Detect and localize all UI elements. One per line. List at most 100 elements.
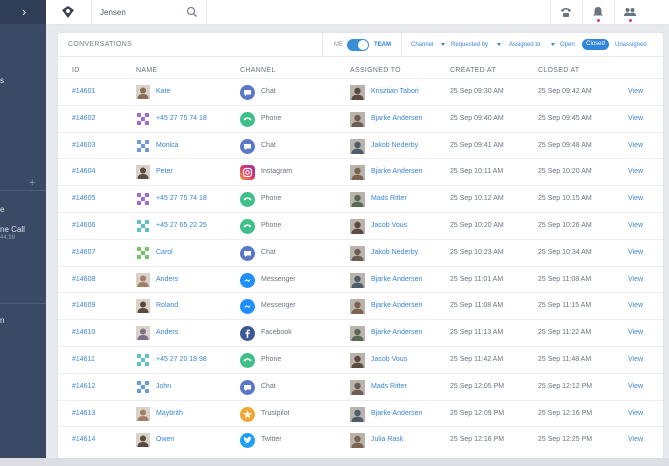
view-link[interactable]: View bbox=[628, 159, 643, 185]
conversation-id[interactable]: #14609 bbox=[72, 293, 95, 319]
table-row[interactable]: #14614 Owen Twitter Julia Rask 25 Sep 12:16 … bbox=[58, 426, 663, 453]
conversation-id[interactable]: #14610 bbox=[72, 320, 95, 346]
customer-name[interactable]: Roland bbox=[156, 293, 178, 319]
column-header-channel[interactable]: CHANNEL bbox=[240, 67, 276, 74]
table-row[interactable]: #14612 John Chat Mads Ritter 25 Sep 12:05 PM… bbox=[58, 372, 663, 400]
status-open[interactable]: Open bbox=[560, 42, 575, 48]
assigned-agent[interactable]: Julia Rask bbox=[371, 427, 403, 453]
customer-name[interactable]: Anders bbox=[156, 267, 178, 293]
table-row[interactable]: #14604 Peter Instagram Bjarke Andersen 25 Se… bbox=[58, 158, 663, 185]
assigned-agent[interactable]: Bjarke Andersen bbox=[371, 106, 422, 132]
customer-name[interactable]: +45 27 65 22 25 bbox=[156, 213, 207, 239]
view-link[interactable]: View bbox=[628, 133, 643, 159]
chat-icon bbox=[240, 379, 255, 395]
table-row[interactable]: #14601 Kate Chat Krisztian Tabori 25 Sep 09:… bbox=[58, 78, 663, 105]
conversation-id[interactable]: #14608 bbox=[72, 267, 95, 293]
assigned-to-filter[interactable]: Assigned to bbox=[509, 42, 540, 48]
table-row[interactable]: #14610 Anders Facebook Bjarke Andersen 25 Se… bbox=[58, 319, 663, 346]
conversation-id[interactable]: #14611 bbox=[72, 347, 95, 373]
expand-sidebar-icon[interactable]: › bbox=[22, 5, 26, 18]
customer-name[interactable]: Carol bbox=[156, 240, 173, 266]
customer-name[interactable]: +45 27 20 18 98 bbox=[156, 347, 207, 373]
view-link[interactable]: View bbox=[628, 374, 643, 400]
customer-name[interactable]: +45 27 75 74 18 bbox=[156, 106, 207, 132]
conversation-id[interactable]: #14601 bbox=[72, 79, 95, 105]
assigned-agent[interactable]: Bjarke Andersen bbox=[371, 293, 422, 319]
column-header-assigned[interactable]: ASSIGNED TO bbox=[350, 67, 401, 74]
view-link[interactable]: View bbox=[628, 427, 643, 453]
table-row[interactable]: #14602 +45 27 75 74 18 Phone Bjarke Anderse… bbox=[58, 104, 663, 132]
phone-icon[interactable] bbox=[559, 5, 573, 19]
conversation-id[interactable]: #14612 bbox=[72, 374, 95, 400]
customer-name[interactable]: Owen bbox=[156, 427, 174, 453]
assigned-agent[interactable]: Bjarke Andersen bbox=[371, 267, 422, 293]
assigned-agent[interactable]: Krisztian Tabori bbox=[371, 79, 419, 105]
status-unassigned[interactable]: Unassigned bbox=[615, 42, 647, 48]
customer-name[interactable]: John bbox=[156, 374, 171, 400]
bell-icon[interactable] bbox=[591, 5, 605, 19]
view-link[interactable]: View bbox=[628, 213, 643, 239]
sidebar-item-fragment[interactable]: e bbox=[0, 205, 4, 214]
customer-name[interactable]: Peter bbox=[156, 159, 173, 185]
assigned-agent[interactable]: Jakob Nederby bbox=[371, 240, 418, 266]
toggle-team-label[interactable]: TEAM bbox=[374, 42, 391, 48]
assigned-agent[interactable]: Jacob Vous bbox=[371, 347, 407, 373]
customer-name[interactable]: +45 27 75 74 18 bbox=[156, 186, 207, 212]
created-at: 25 Sep 09:40 AM bbox=[450, 114, 504, 122]
search-icon[interactable] bbox=[186, 6, 198, 18]
assigned-agent[interactable]: Mads Ritter bbox=[371, 374, 407, 400]
assigned-agent[interactable]: Mads Ritter bbox=[371, 186, 407, 212]
table-row[interactable]: #14611 +45 27 20 18 98 Phone Jacob Vous 25 S… bbox=[58, 346, 663, 373]
column-header-created[interactable]: CREATED AT bbox=[450, 67, 496, 74]
assigned-agent[interactable]: Bjarke Andersen bbox=[371, 401, 422, 427]
channel-filter[interactable]: Channel bbox=[411, 42, 433, 48]
view-link[interactable]: View bbox=[628, 240, 643, 266]
conversation-id[interactable]: #14606 bbox=[72, 213, 95, 239]
customer-name[interactable]: Monica bbox=[156, 133, 179, 159]
view-link[interactable]: View bbox=[628, 267, 643, 293]
table-row[interactable]: #14606 +45 27 65 22 25 Phone Jacob Vous 25 S… bbox=[58, 212, 663, 239]
team-icon[interactable] bbox=[623, 5, 637, 19]
customer-name[interactable]: Kate bbox=[156, 79, 170, 105]
conversation-id[interactable]: #14603 bbox=[72, 133, 95, 159]
view-link[interactable]: View bbox=[628, 293, 643, 319]
sidebar-item-fragment[interactable]: n bbox=[0, 316, 4, 325]
column-header-id[interactable]: ID bbox=[72, 67, 80, 74]
assigned-agent[interactable]: Jacob Vous bbox=[371, 213, 407, 239]
conversation-id[interactable]: #14605 bbox=[72, 186, 95, 212]
conversation-id[interactable]: #14604 bbox=[72, 159, 95, 185]
conversation-id[interactable]: #14602 bbox=[72, 106, 95, 132]
me-team-toggle[interactable] bbox=[347, 39, 369, 51]
assigned-agent[interactable]: Jakob Nederby bbox=[371, 133, 418, 159]
table-row[interactable]: #14608 Anders Messenger Bjarke Andersen 25 S… bbox=[58, 265, 663, 293]
search-input[interactable] bbox=[100, 5, 200, 20]
table-row[interactable]: #14613 Maybrith Trustpilot Bjarke Andersen 2… bbox=[58, 399, 663, 427]
sidebar-item-fragment[interactable]: s bbox=[0, 76, 4, 85]
table-row[interactable]: #14607 Carol Chat Jakob Nederby 25 Sep 10:23… bbox=[58, 238, 663, 266]
view-link[interactable]: View bbox=[628, 347, 643, 373]
conversation-id[interactable]: #14607 bbox=[72, 240, 95, 266]
conversation-id[interactable]: #14613 bbox=[72, 401, 95, 427]
table-row[interactable]: #14603 Monica Chat Jakob Nederby 25 Sep 09:4… bbox=[58, 131, 663, 159]
column-header-closed[interactable]: CLOSED AT bbox=[538, 67, 579, 74]
toggle-me-label[interactable]: ME bbox=[334, 42, 343, 48]
sidebar-item-phone-call[interactable]: ne Call bbox=[0, 225, 25, 234]
assigned-agent[interactable]: Bjarke Andersen bbox=[371, 320, 422, 346]
sidebar-divider bbox=[0, 190, 46, 191]
customer-name[interactable]: Maybrith bbox=[156, 401, 183, 427]
view-link[interactable]: View bbox=[628, 320, 643, 346]
table-row[interactable]: #14605 +45 27 75 74 18 Phone Mads Ritter 25 … bbox=[58, 185, 663, 212]
customer-name[interactable]: Anders bbox=[156, 320, 178, 346]
requested-by-filter[interactable]: Requested by bbox=[451, 42, 488, 48]
app-logo-icon[interactable] bbox=[61, 5, 75, 19]
assigned-agent[interactable]: Bjarke Andersen bbox=[371, 159, 422, 185]
status-closed[interactable]: Closed bbox=[582, 39, 609, 50]
view-link[interactable]: View bbox=[628, 401, 643, 427]
view-link[interactable]: View bbox=[628, 79, 643, 105]
conversation-id[interactable]: #14614 bbox=[72, 427, 95, 453]
table-row[interactable]: #14609 Roland Messenger Bjarke Andersen 25 S… bbox=[58, 292, 663, 319]
view-link[interactable]: View bbox=[628, 186, 643, 212]
view-link[interactable]: View bbox=[628, 106, 643, 132]
column-header-name[interactable]: NAME bbox=[136, 67, 157, 74]
add-icon[interactable]: + bbox=[29, 178, 35, 189]
